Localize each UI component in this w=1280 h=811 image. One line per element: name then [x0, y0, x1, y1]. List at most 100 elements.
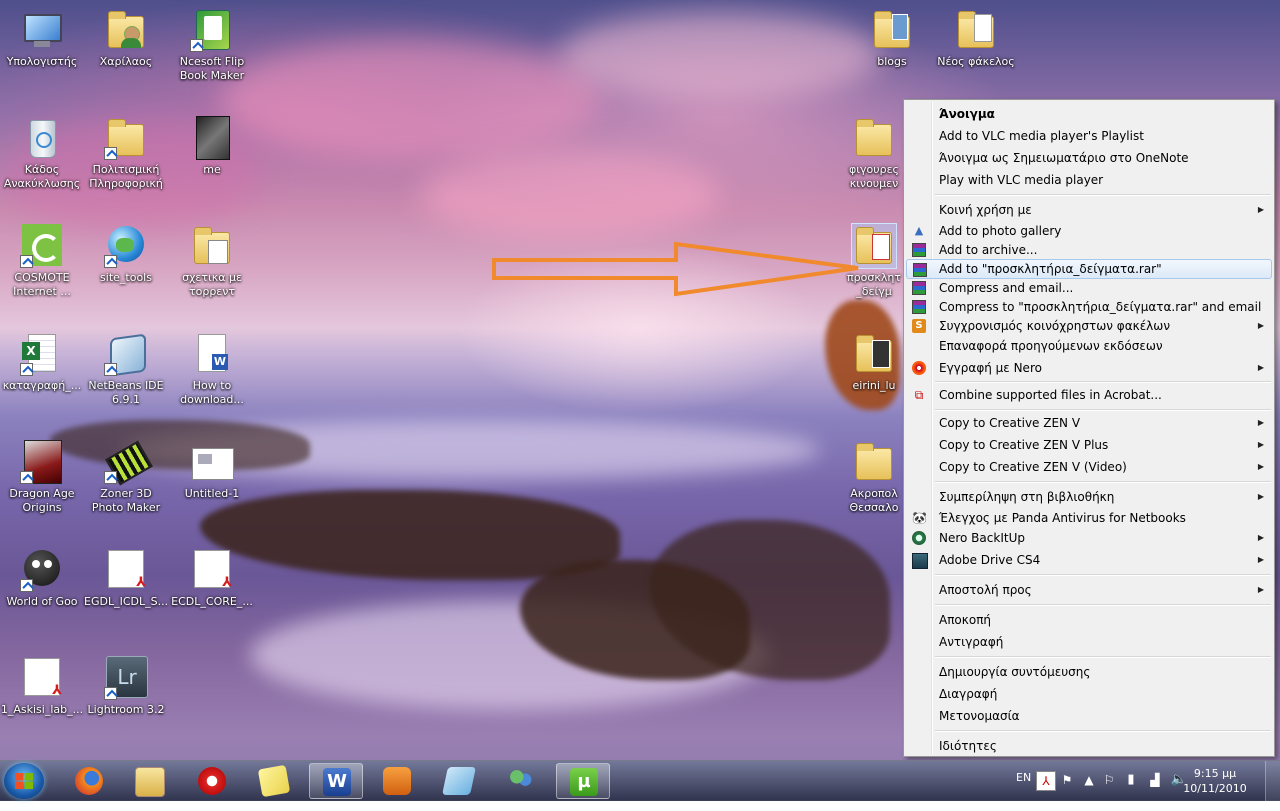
- menu-item-nero-burn[interactable]: Εγγραφή με Nero ▶: [906, 358, 1272, 378]
- menu-item-label: Δημιουργία συντόμευσης: [939, 665, 1091, 679]
- desktop-icon-site-tools[interactable]: site_tools: [84, 224, 168, 285]
- menu-item-cut[interactable]: Αποκοπή: [906, 610, 1272, 630]
- menu-item-sync-shared-folders[interactable]: S Συγχρονισμός κοινόχρηστων φακέλων ▶: [906, 316, 1272, 336]
- menu-item-copy-zen-v-video[interactable]: Copy to Creative ZEN V (Video) ▶: [906, 457, 1272, 477]
- desktop-icon-label: Lightroom 3.2: [87, 703, 165, 716]
- nero-backitup-icon: [912, 531, 926, 545]
- menu-item-open[interactable]: Άνοιγμα: [906, 104, 1272, 124]
- desktop-icon-folder-cultural[interactable]: Πολιτισμική Πληροφορική: [84, 116, 168, 191]
- taskbar-utorrent[interactable]: µ: [556, 763, 610, 799]
- menu-item-share-with[interactable]: Κοινή χρήση με ▶: [906, 200, 1272, 220]
- menu-item-label: Κοινή χρήση με: [939, 203, 1032, 217]
- menu-item-vlc-playlist[interactable]: Add to VLC media player's Playlist: [906, 126, 1272, 146]
- start-button[interactable]: [4, 763, 44, 799]
- word-document-icon: W: [190, 332, 234, 376]
- desktop-icon-computer[interactable]: Υπολογιστής: [0, 8, 84, 69]
- taskbar-sticky-notes[interactable]: [247, 763, 301, 799]
- taskbar-notepad[interactable]: [432, 763, 486, 799]
- desktop-icon-recycle-bin[interactable]: Κάδος Ανακύκλωσης: [0, 116, 84, 191]
- menu-item-label: Add to photo gallery: [939, 224, 1062, 238]
- game-cover-icon: [20, 440, 64, 484]
- menu-item-label: Αποκοπή: [939, 613, 992, 627]
- menu-item-properties[interactable]: Ιδιότητες: [906, 736, 1272, 756]
- menu-item-copy-zen-v[interactable]: Copy to Creative ZEN V ▶: [906, 413, 1272, 433]
- menu-item-send-to[interactable]: Αποστολή προς ▶: [906, 580, 1272, 600]
- computer-icon: [20, 8, 64, 52]
- menu-item-label: Αποστολή προς: [939, 583, 1032, 597]
- menu-item-label: Copy to Creative ZEN V Plus: [939, 438, 1109, 452]
- taskbar-word[interactable]: W: [309, 763, 363, 799]
- menu-item-vlc-play[interactable]: Play with VLC media player: [906, 170, 1272, 190]
- menu-item-include-library[interactable]: Συμπερίληψη στη βιβλιοθήκη ▶: [906, 487, 1272, 507]
- taskbar-messenger[interactable]: [494, 763, 548, 799]
- flag-tray-icon[interactable]: ⚑: [1058, 771, 1076, 789]
- desktop-icon-untitled[interactable]: Untitled-1: [170, 440, 254, 501]
- menu-item-compress-email[interactable]: Compress and email...: [906, 278, 1272, 298]
- battery-icon[interactable]: ▮: [1122, 771, 1140, 789]
- netbeans-cube-icon: [104, 332, 148, 377]
- desktop-icon-torrent-folder[interactable]: σχετικα με τορρεντ: [170, 224, 254, 299]
- taskbar-firefox[interactable]: [62, 763, 116, 799]
- desktop-icon-label: site_tools: [100, 271, 152, 284]
- desktop-icon-label: Zoner 3D Photo Maker: [91, 487, 161, 514]
- network-signal-icon[interactable]: ▟: [1146, 771, 1164, 789]
- menu-item-copy[interactable]: Αντιγραφή: [906, 632, 1272, 652]
- desktop-icon-excel-file[interactable]: X καταγραφή_...: [0, 332, 84, 393]
- menu-item-label: Άνοιγμα ως Σημειωματάριο στο OneNote: [939, 151, 1189, 165]
- photo-gallery-icon: ▲: [914, 224, 924, 237]
- desktop-icon-pdf-askisi[interactable]: ⅄ 1_Askisi_lab_...: [0, 656, 84, 717]
- menu-item-rename[interactable]: Μετονομασία: [906, 706, 1272, 726]
- recycle-bin-icon: [20, 116, 64, 160]
- wallpaper-cloud: [420, 150, 720, 240]
- menu-item-copy-zen-v-plus[interactable]: Copy to Creative ZEN V Plus ▶: [906, 435, 1272, 455]
- taskbar-shutdown-app[interactable]: [185, 763, 239, 799]
- desktop-icon-flipbook[interactable]: Ncesoft Flip Book Maker: [170, 8, 254, 83]
- flipbook-app-icon: [190, 8, 234, 52]
- desktop-icon-word-doc[interactable]: W How to download...: [170, 332, 254, 407]
- desktop-icon-dragon-age[interactable]: Dragon Age Origins: [0, 440, 84, 515]
- folder-icon: [852, 116, 896, 160]
- desktop-icon-new-folder[interactable]: Νέος φάκελος: [934, 8, 1018, 69]
- desktop-icon-me[interactable]: me: [170, 116, 254, 177]
- desktop-icon-pdf-ecdl-core[interactable]: ⅄ ECDL_CORE_...: [170, 548, 254, 609]
- menu-item-photo-gallery[interactable]: ▲ Add to photo gallery: [906, 221, 1272, 241]
- taskbar-explorer[interactable]: [122, 763, 176, 799]
- language-indicator[interactable]: EN: [1016, 771, 1031, 811]
- desktop-icon-zoner[interactable]: Zoner 3D Photo Maker: [84, 440, 168, 515]
- menu-item-delete[interactable]: Διαγραφή: [906, 684, 1272, 704]
- show-hidden-icons-icon[interactable]: ▲: [1080, 771, 1098, 789]
- acrobat-tray-icon[interactable]: ⅄: [1036, 771, 1056, 791]
- menu-item-add-archive[interactable]: Add to archive...: [906, 240, 1272, 260]
- menu-item-panda-scan[interactable]: 🐼 Έλεγχος με Panda Antivirus for Netbooks: [906, 508, 1272, 528]
- desktop-icon-cosmote[interactable]: COSMOTE Internet ...: [0, 224, 84, 299]
- action-center-icon[interactable]: ⚐: [1100, 771, 1118, 789]
- menu-item-acrobat-combine[interactable]: ⧉ Combine supported files in Acrobat...: [906, 385, 1272, 405]
- desktop-icon-world-of-goo[interactable]: World of Goo: [0, 548, 84, 609]
- menu-item-onenote[interactable]: Άνοιγμα ως Σημειωματάριο στο OneNote: [906, 148, 1272, 168]
- desktop-icon-label: NetBeans IDE 6.9.1: [88, 379, 164, 406]
- menu-separator: [935, 409, 1271, 411]
- desktop-icon-pdf-ecdl-s[interactable]: ⅄ EGDL_ICDL_S...: [84, 548, 168, 609]
- menu-item-label: Ιδιότητες: [939, 739, 997, 753]
- menu-item-add-to-rar[interactable]: Add to "προσκλητήρια_δείγματα.rar": [906, 259, 1272, 279]
- menu-item-label: Add to VLC media player's Playlist: [939, 129, 1144, 143]
- menu-item-compress-rar-email[interactable]: Compress to "προσκλητήρια_δείγματα.rar" …: [906, 297, 1272, 317]
- desktop-icon-netbeans[interactable]: NetBeans IDE 6.9.1: [84, 332, 168, 407]
- globe-icon: [104, 224, 148, 268]
- desktop-icon-user-folder[interactable]: Χαρίλαος: [84, 8, 168, 69]
- taskbar-media-player[interactable]: [370, 763, 424, 799]
- submenu-arrow-icon: ▶: [1257, 585, 1264, 594]
- menu-item-restore-versions[interactable]: Επαναφορά προηγούμενων εκδόσεων: [906, 336, 1272, 356]
- menu-item-adobe-drive[interactable]: Adobe Drive CS4 ▶: [906, 550, 1272, 570]
- menu-item-create-shortcut[interactable]: Δημιουργία συντόμευσης: [906, 662, 1272, 682]
- word-icon: W: [323, 768, 351, 796]
- menu-item-label: Διαγραφή: [939, 687, 998, 701]
- desktop-icon-label: Untitled-1: [184, 487, 240, 500]
- menu-item-nero-backitup[interactable]: Nero BackItUp ▶: [906, 528, 1272, 548]
- desktop-icon-lightroom[interactable]: Lr Lightroom 3.2: [84, 656, 168, 717]
- desktop-icon-blogs[interactable]: blogs: [850, 8, 934, 69]
- clock[interactable]: 9:15 μμ 10/11/2010: [1180, 766, 1250, 796]
- submenu-arrow-icon: ▶: [1257, 555, 1264, 564]
- menu-separator: [935, 730, 1271, 732]
- show-desktop-button[interactable]: [1265, 761, 1280, 801]
